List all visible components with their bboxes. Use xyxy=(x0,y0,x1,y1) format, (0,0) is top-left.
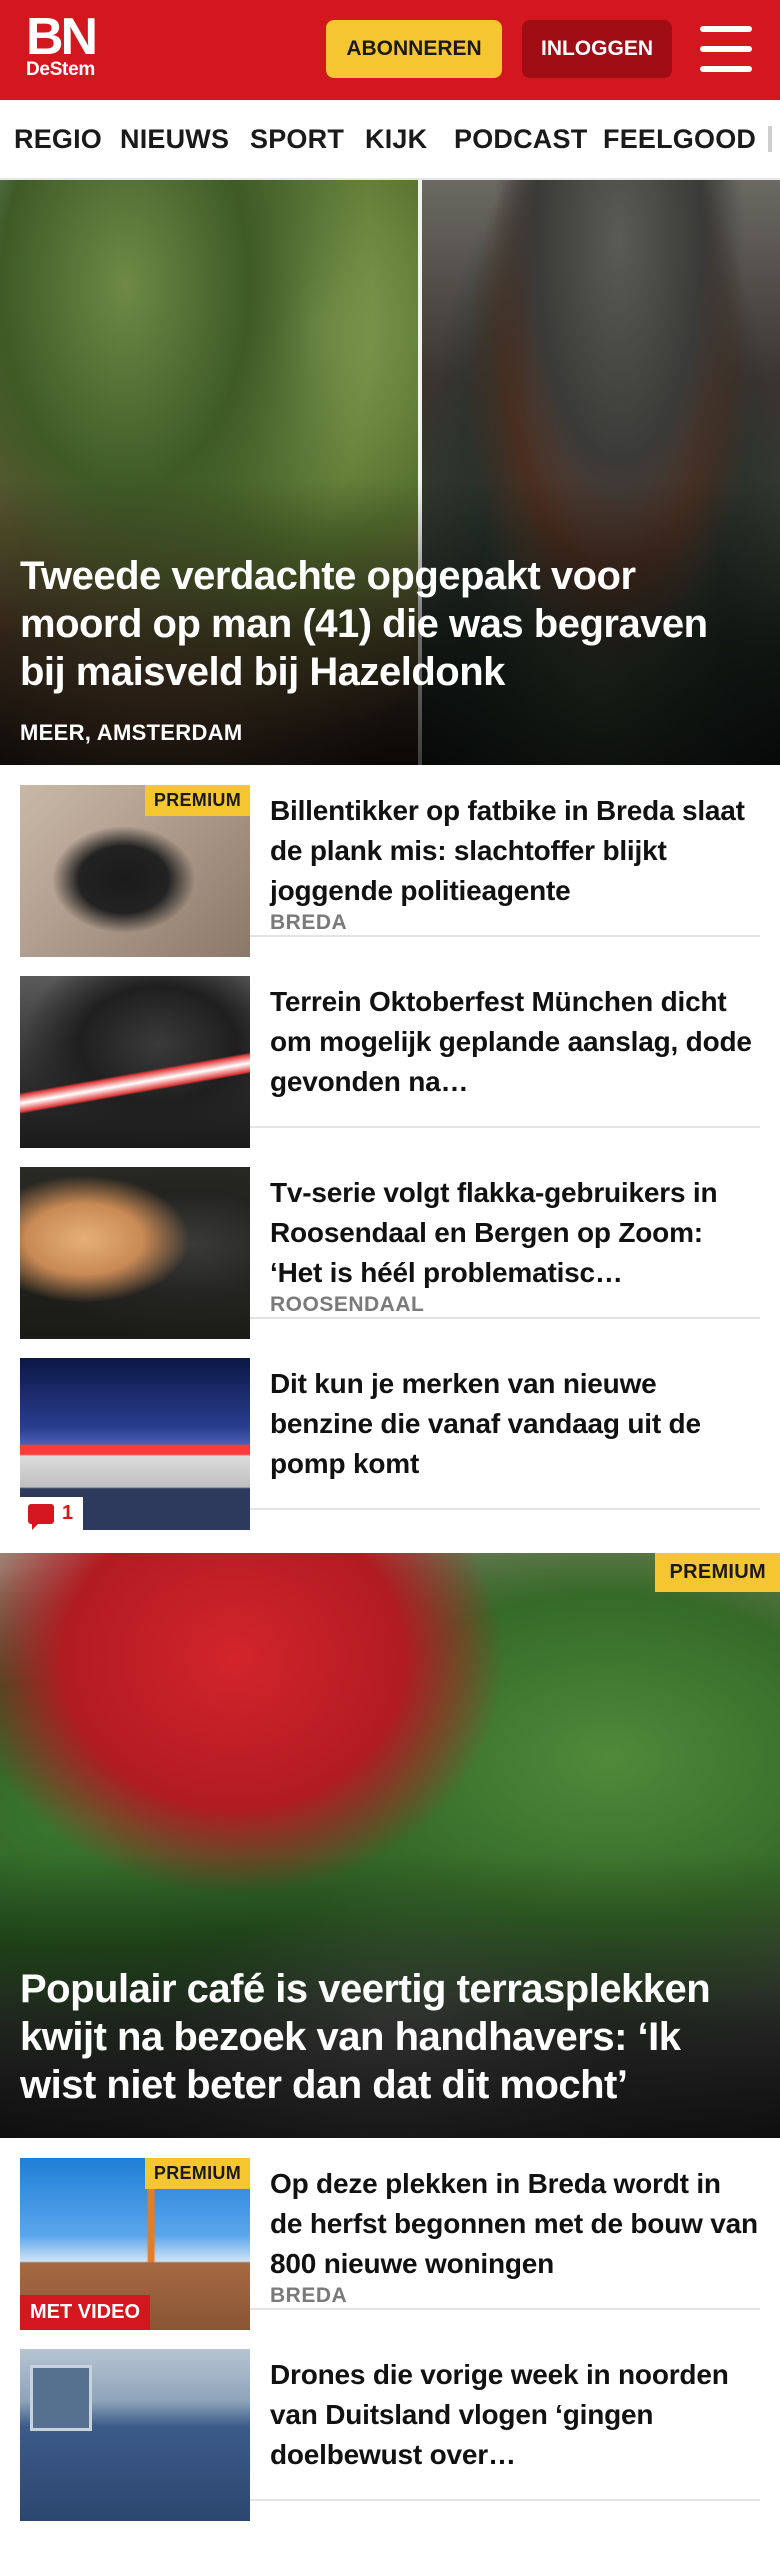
nav-item-regio[interactable]: REGIO xyxy=(14,124,102,155)
article-title[interactable]: Terrein Oktoberfest München dicht om mog… xyxy=(270,982,760,1102)
article-thumbnail xyxy=(20,1167,250,1339)
hero-article[interactable]: Tweede verdachte opgepakt voor moord op … xyxy=(0,180,780,765)
video-badge: MET VIDEO xyxy=(20,2295,151,2330)
article-location: ROOSENDAAL xyxy=(270,1293,425,1316)
article-thumbnail xyxy=(20,976,250,1148)
nav-item-kijk[interactable]: KIJK xyxy=(365,124,427,155)
article-location: BREDA xyxy=(270,911,348,934)
logo-main: BN xyxy=(26,8,98,66)
list-item[interactable]: PREMIUM Billentikker op fatbike in Breda… xyxy=(20,765,760,957)
article-title[interactable]: Billentikker op fatbike in Breda slaat d… xyxy=(270,791,760,911)
logo[interactable]: BN DeStem xyxy=(26,8,98,80)
list-item[interactable]: Terrein Oktoberfest München dicht om mog… xyxy=(20,956,760,1148)
article-title[interactable]: Drones die vorige week in noorden van Du… xyxy=(270,2355,760,2475)
nav-item-feelgood[interactable]: FEELGOOD xyxy=(603,124,756,155)
article-thumbnail: 1 xyxy=(20,1358,250,1530)
hero-location: MEER, AMSTERDAM xyxy=(20,720,243,745)
article-location: BREDA xyxy=(270,2284,348,2307)
list-item[interactable]: Drones die vorige week in noorden van Du… xyxy=(20,2329,760,2521)
nav-item-sport[interactable]: SPORT xyxy=(250,124,344,155)
premium-badge: PREMIUM xyxy=(144,785,250,816)
subscribe-button[interactable]: ABONNEREN xyxy=(326,20,502,78)
comment-count-badge[interactable]: 1 xyxy=(20,1497,84,1530)
list-item[interactable]: PREMIUM MET VIDEO Op deze plekken in Bre… xyxy=(20,2138,760,2330)
comment-count: 1 xyxy=(62,1502,74,1524)
article-title[interactable]: Tv-serie volgt flakka-gebruikers in Roos… xyxy=(270,1173,760,1293)
hamburger-icon[interactable] xyxy=(700,26,752,72)
drone-inset xyxy=(30,2365,92,2431)
article-thumbnail xyxy=(20,2349,250,2521)
nav-item-nieuws[interactable]: NIEUWS xyxy=(120,124,229,155)
article-thumbnail: PREMIUM MET VIDEO xyxy=(20,2158,250,2330)
premium-badge: PREMIUM xyxy=(144,2158,250,2189)
list-item[interactable]: Tv-serie volgt flakka-gebruikers in Roos… xyxy=(20,1147,760,1339)
section-nav: REGIO NIEUWS SPORT KIJK PODCAST FEELGOOD xyxy=(0,100,780,180)
nav-overflow-indicator xyxy=(768,126,772,152)
premium-badge: PREMIUM xyxy=(655,1553,780,1592)
feature-article[interactable]: PREMIUM Populair café is veertig terrasp… xyxy=(0,1553,780,2138)
list-item[interactable]: 1 Dit kun je merken van nieuwe benzine d… xyxy=(20,1338,760,1530)
feature-title[interactable]: Populair café is veertig terrasplekken k… xyxy=(20,1965,760,2109)
login-button[interactable]: INLOGGEN xyxy=(522,20,672,78)
comment-icon xyxy=(28,1503,54,1530)
top-bar: BN DeStem ABONNEREN INLOGGEN xyxy=(0,0,780,100)
article-title[interactable]: Dit kun je merken van nieuwe benzine die… xyxy=(270,1364,760,1484)
logo-sub: DeStem xyxy=(26,59,95,80)
article-title[interactable]: Op deze plekken in Breda wordt in de her… xyxy=(270,2164,760,2284)
hero-title[interactable]: Tweede verdachte opgepakt voor moord op … xyxy=(20,552,740,696)
nav-item-podcast[interactable]: PODCAST xyxy=(454,124,587,155)
article-thumbnail: PREMIUM xyxy=(20,785,250,957)
